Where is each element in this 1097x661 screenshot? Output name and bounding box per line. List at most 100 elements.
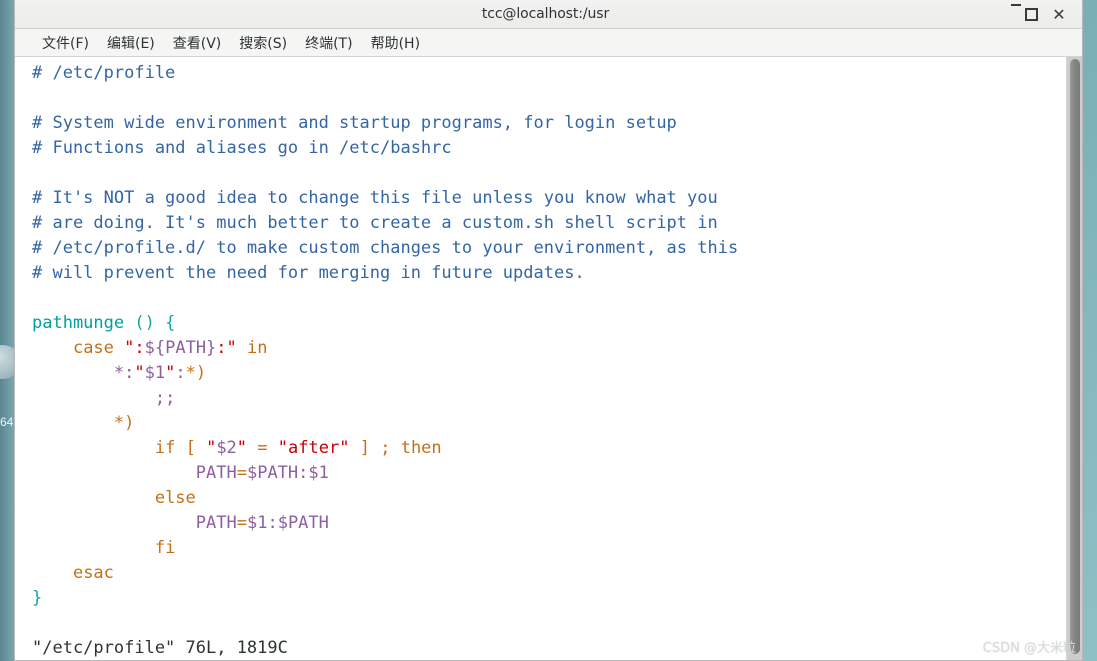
desktop-disk-icon[interactable] xyxy=(0,345,14,379)
terminal-line: if [ "$2" = "after" ] ; then xyxy=(32,436,1066,461)
terminal-line: *) xyxy=(32,411,1066,436)
code-token: then xyxy=(400,438,442,458)
code-token: # /etc/profile xyxy=(32,63,176,83)
window-title: tcc@localhost:/usr xyxy=(481,6,610,22)
terminal-body[interactable]: # /etc/profile # System wide environment… xyxy=(15,57,1082,660)
terminal-line: pathmunge () { xyxy=(32,311,1066,336)
code-token: in xyxy=(247,338,268,358)
title-bar[interactable]: tcc@localhost:/usr ✕ xyxy=(15,0,1082,29)
code-token: # are doing. It's much better to create … xyxy=(32,213,718,233)
terminal-line: else xyxy=(32,486,1066,511)
terminal-line: } xyxy=(32,586,1066,611)
code-token: } xyxy=(32,588,43,608)
code-token: $PATH xyxy=(277,513,329,533)
terminal-text-area[interactable]: # /etc/profile # System wide environment… xyxy=(15,57,1066,660)
code-token: *: xyxy=(113,363,135,383)
code-token: $PATH xyxy=(246,463,299,483)
code-token: PATH xyxy=(195,513,237,533)
code-token: pathmunge xyxy=(32,313,125,333)
close-button[interactable]: ✕ xyxy=(1046,0,1076,29)
code-token: " xyxy=(134,363,145,383)
code-token: # Functions and aliases go in /etc/bashr… xyxy=(32,138,452,158)
code-token: " xyxy=(236,438,248,458)
code-token: PATH xyxy=(195,463,237,483)
code-token: if xyxy=(154,438,176,458)
code-token: "/etc/profile" 76L, 1819C xyxy=(32,638,288,658)
window-controls: ✕ xyxy=(986,0,1076,29)
terminal-line: # /etc/profile.d/ to make custom changes… xyxy=(32,236,1066,261)
vertical-scrollbar[interactable] xyxy=(1066,57,1082,660)
terminal-line: # Functions and aliases go in /etc/bashr… xyxy=(32,136,1066,161)
code-token: else xyxy=(154,488,196,508)
scrollbar-thumb[interactable] xyxy=(1070,59,1080,654)
code-token: case xyxy=(72,338,114,358)
code-token: ; xyxy=(380,438,391,458)
minimize-button[interactable] xyxy=(986,0,1021,29)
code-token: $1 xyxy=(308,463,329,483)
code-token: esac xyxy=(72,563,114,583)
code-token: $2 xyxy=(216,438,237,458)
code-token: = xyxy=(236,463,247,483)
desktop-background-strip: 64 xyxy=(0,0,14,661)
code-token: : xyxy=(298,463,309,483)
code-token: $1 xyxy=(144,363,166,383)
code-token: # will prevent the need for merging in f… xyxy=(32,263,585,283)
terminal-line: PATH=$1:$PATH xyxy=(32,511,1066,536)
code-token: *) xyxy=(185,363,207,383)
menu-search[interactable]: 搜索(S) xyxy=(230,31,296,55)
menu-file[interactable]: 文件(F) xyxy=(33,31,98,55)
code-token: "after" xyxy=(277,438,350,458)
menu-bar: 文件(F) 编辑(E) 查看(V) 搜索(S) 终端(T) 帮助(H) xyxy=(15,29,1082,57)
code-token: # It's NOT a good idea to change this fi… xyxy=(32,188,718,208)
terminal-line: # System wide environment and startup pr… xyxy=(32,111,1066,136)
menu-terminal[interactable]: 终端(T) xyxy=(296,31,361,55)
code-token: [ xyxy=(185,438,196,458)
maximize-icon xyxy=(1025,8,1038,21)
code-token: # /etc/profile.d/ to make custom changes… xyxy=(32,238,739,258)
code-token: = xyxy=(236,513,247,533)
code-token: :" xyxy=(216,338,237,358)
terminal-window: tcc@localhost:/usr ✕ 文件(F) 编辑(E) 查看(V) 搜… xyxy=(14,0,1083,661)
code-token: # System wide environment and startup pr… xyxy=(32,113,677,133)
terminal-line: esac xyxy=(32,561,1066,586)
terminal-line: # are doing. It's much better to create … xyxy=(32,211,1066,236)
terminal-line: "/etc/profile" 76L, 1819C xyxy=(32,636,1066,660)
terminal-line: # /etc/profile xyxy=(32,61,1066,86)
terminal-line: PATH=$PATH:$1 xyxy=(32,461,1066,486)
terminal-line: # It's NOT a good idea to change this fi… xyxy=(32,186,1066,211)
code-token: ;; xyxy=(154,388,176,408)
code-token: fi xyxy=(154,538,176,558)
code-token: = xyxy=(257,438,268,458)
code-token: ] xyxy=(359,438,370,458)
menu-edit[interactable]: 编辑(E) xyxy=(98,31,164,55)
code-token: () { xyxy=(134,313,176,333)
menu-view[interactable]: 查看(V) xyxy=(164,31,231,55)
desktop-icon-label: 64 xyxy=(0,415,14,429)
terminal-line: *:"$1":*) xyxy=(32,361,1066,386)
terminal-line: fi xyxy=(32,536,1066,561)
code-token: *) xyxy=(113,413,135,433)
menu-help[interactable]: 帮助(H) xyxy=(362,31,429,55)
code-token: " xyxy=(206,438,217,458)
terminal-line: case ":${PATH}:" in xyxy=(32,336,1066,361)
